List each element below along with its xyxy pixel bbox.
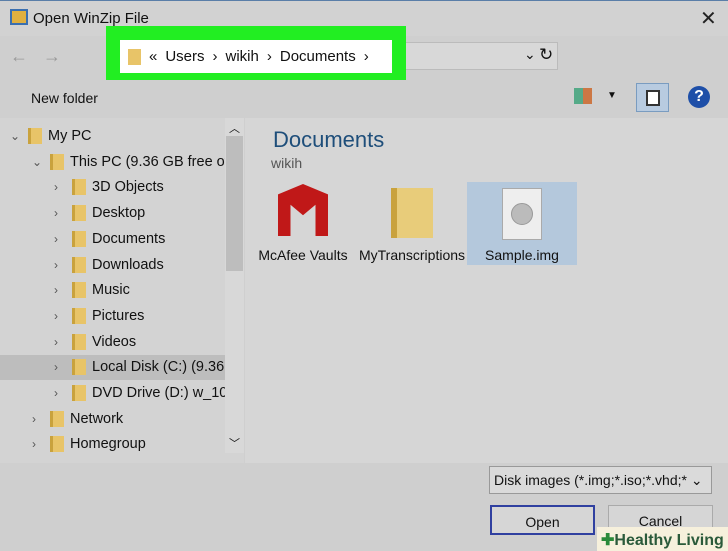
chevron-right-icon[interactable]: › [54,283,66,297]
folder-icon [72,230,86,247]
sidebar-item-label: Desktop [92,205,146,222]
sidebar-item-label: Network [70,410,124,427]
preview-pane-button[interactable] [636,83,669,112]
file-item[interactable]: McAfee Vaults [248,182,358,265]
sidebar-item-label: My PC [48,128,92,144]
sidebar-item-label: Pictures [92,307,145,324]
sidebar-item-label: DVD Drive (D:) w_10_ [92,385,236,401]
sidebar-item[interactable]: › Network [32,407,123,431]
sidebar-item-label: Documents [92,230,166,247]
sidebar-item[interactable]: › Local Disk (C:) (9.36 G [54,355,239,379]
chevron-right-icon[interactable]: › [54,309,66,323]
chevron-right-icon[interactable]: › [54,180,66,194]
chevron-right-icon[interactable]: › [32,437,44,451]
open-button[interactable]: Open [490,505,595,535]
documents-folder-icon [128,48,141,65]
folder-icon [391,188,433,238]
chevron-down-icon: ⌄ [690,472,703,488]
folder-icon [50,153,64,170]
breadcrumb[interactable]: « Users › wikih › Documents › [120,40,392,73]
back-icon[interactable]: ← [10,46,28,66]
crumb-wikih[interactable]: wikih [226,48,259,65]
disk-image-icon [502,188,542,240]
address-dropdown-icon[interactable]: ⌄ [524,46,536,63]
view-options-icon[interactable] [574,88,592,104]
folder-icon [72,282,86,299]
breadcrumb-prefix[interactable]: « [149,48,157,65]
chevron-right-icon[interactable]: › [54,386,66,400]
folder-icon [72,385,86,401]
folder-icon [72,179,86,196]
view-dropdown-icon[interactable]: ▼ [607,90,617,101]
sidebar-item[interactable]: › Downloads [54,253,164,277]
folder-icon [72,307,86,324]
sidebar-item[interactable]: › Desktop [54,201,145,225]
winzip-icon [10,9,28,25]
sidebar-item[interactable]: › 3D Objects [54,175,164,199]
chevron-down-icon[interactable]: ⌄ [32,155,44,169]
scroll-up-icon[interactable]: ︿ [225,120,244,136]
scrollbar-thumb[interactable] [226,136,243,271]
sidebar-item-label: 3D Objects [92,179,164,196]
chevron-right-icon[interactable]: › [54,206,66,220]
toolbar [0,80,728,116]
file-type-select[interactable]: Disk images (*.img;*.iso;*.vhd;* ⌄ [489,466,712,494]
watermark: ✚Healthy Living [597,527,728,551]
folder-icon [72,256,86,273]
folder-icon [50,410,64,427]
sidebar-item[interactable]: › Videos [54,330,136,354]
crumb-documents[interactable]: Documents [280,48,356,65]
folder-icon [72,359,86,376]
folder-icon [72,333,86,350]
chevron-down-icon[interactable]: ⌄ [10,129,22,143]
sidebar-item[interactable]: ⌄ My PC [10,124,92,148]
sidebar-item[interactable]: › Documents [54,227,165,251]
file-item-selected[interactable]: Sample.img [467,182,577,265]
sidebar-item-label: Videos [92,333,137,350]
chevron-right-icon[interactable]: › [54,335,66,349]
chevron-right-icon[interactable]: › [32,412,44,426]
chevron-right-icon[interactable]: › [54,232,66,246]
folder-title: Documents [273,127,385,152]
refresh-icon[interactable]: ↻ [539,45,553,65]
nav-buttons: ← → [10,46,61,67]
scroll-down-icon[interactable]: ﹀ [225,435,244,451]
folder-icon [28,128,42,144]
sidebar-item[interactable]: › Pictures [54,304,144,328]
file-list [245,118,728,463]
sidebar-item-label: This PC (9.36 GB free of [70,153,229,170]
close-icon[interactable]: ✕ [700,6,717,31]
folder-icon [50,436,64,453]
new-folder-button[interactable]: New folder [31,90,98,106]
sidebar-item[interactable]: › Homegroup [32,432,146,456]
sidebar-item[interactable]: › DVD Drive (D:) w_10_ [54,381,235,405]
mcafee-icon [278,184,328,236]
chevron-right-icon[interactable]: › [54,360,66,374]
forward-icon[interactable]: → [43,46,61,66]
sidebar-item-label: Downloads [92,256,164,273]
sidebar-item-label: Homegroup [70,436,146,453]
crumb-users[interactable]: Users [165,48,204,65]
help-icon[interactable]: ? [688,86,710,108]
sidebar-item[interactable]: › Music [54,278,130,302]
sidebar-item[interactable]: ⌄ This PC (9.36 GB free of [32,150,229,174]
chevron-right-icon[interactable]: › [54,258,66,272]
window-title: Open WinZip File [33,10,149,27]
sidebar-item-label: Music [92,282,130,299]
sidebar-item-label: Local Disk (C:) (9.36 G [92,359,240,376]
folder-icon [72,205,86,222]
folder-subtitle: wikih [271,155,303,171]
file-item[interactable]: MyTranscriptions [357,182,467,265]
